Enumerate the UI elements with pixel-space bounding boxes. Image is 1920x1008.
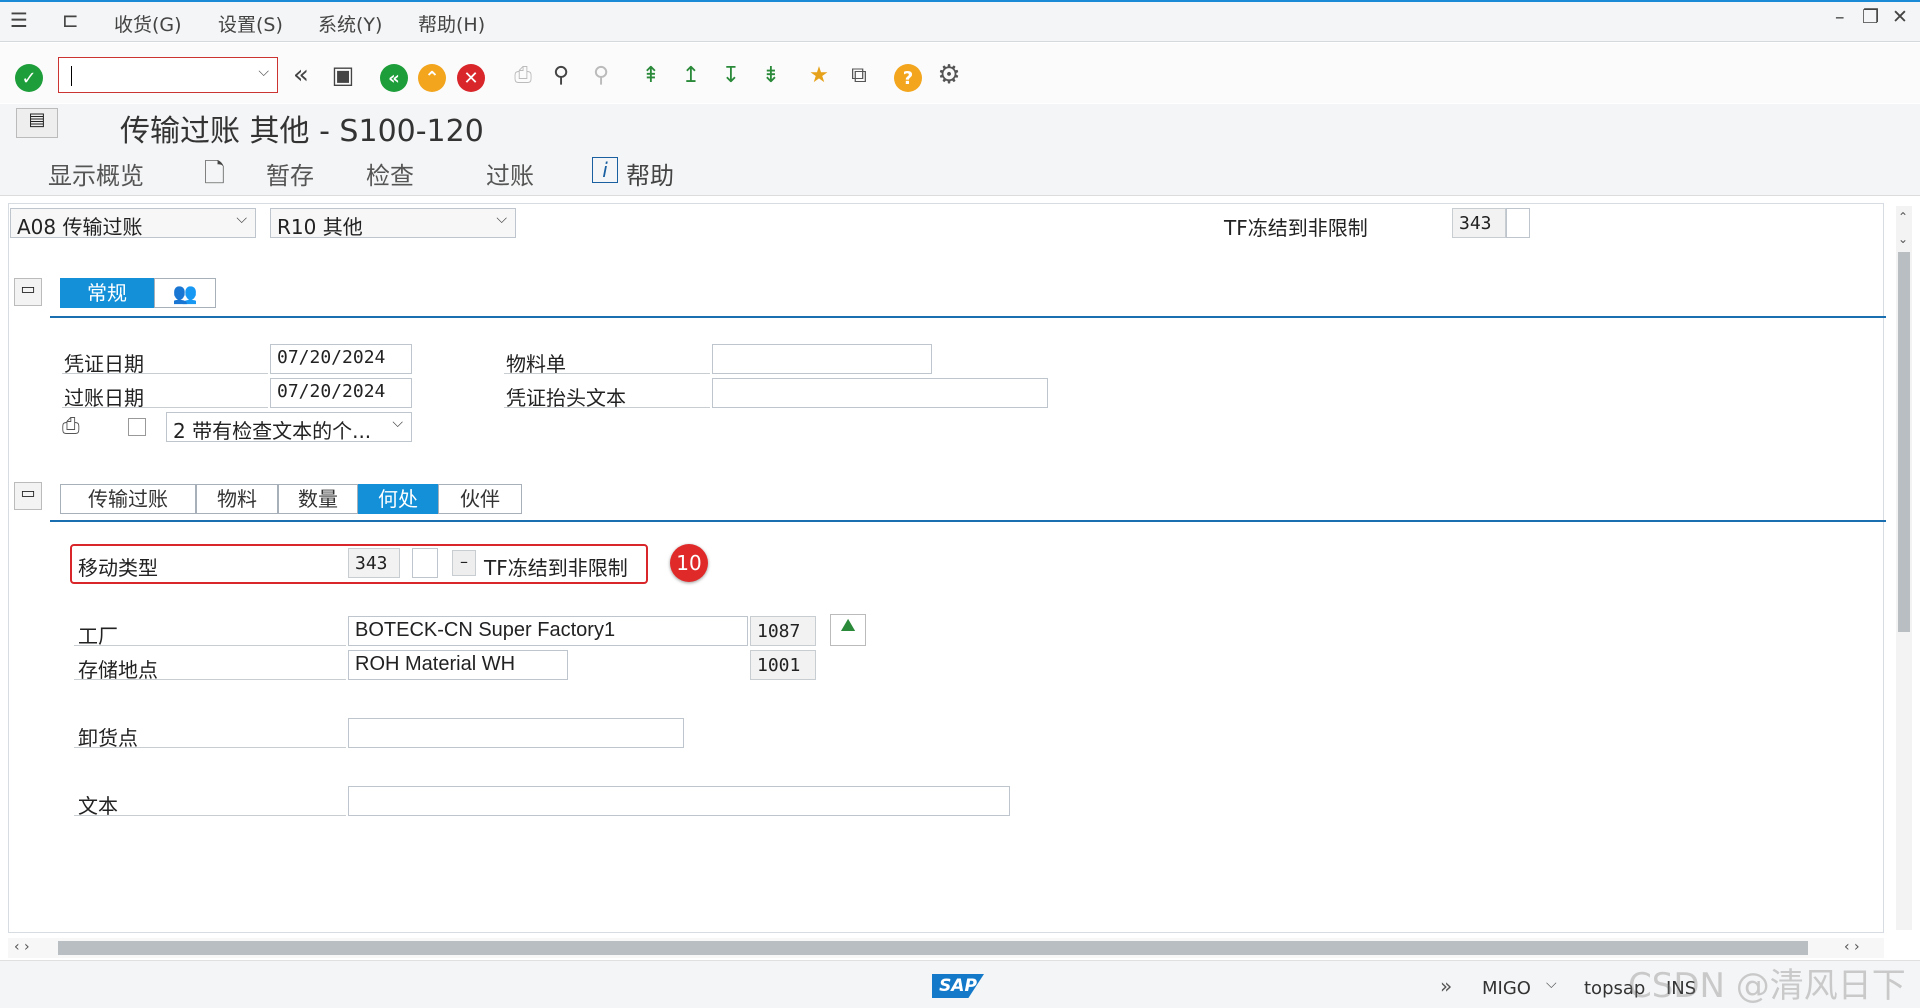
movement-type-indicator[interactable] <box>412 548 438 578</box>
command-field[interactable]: ⌵ <box>58 57 278 93</box>
sloc-code-value: 1001 <box>750 650 816 680</box>
tab-where[interactable]: 何处 <box>358 484 438 514</box>
menu-help[interactable]: 帮助(H) <box>418 10 485 37</box>
tab-quantity[interactable]: 数量 <box>278 484 358 514</box>
sloc-label: 存储地点 <box>78 658 158 682</box>
plant-name-field[interactable]: BOTECK-CN Super Factory1 <box>348 616 748 646</box>
tab-general[interactable]: 常规 <box>60 278 154 308</box>
tab-partner[interactable]: 伙伴 <box>438 484 522 514</box>
tab-people-icon[interactable]: 👥 <box>154 278 216 308</box>
shortcut-icon[interactable]: ⧉ <box>844 60 874 90</box>
check-button[interactable]: 检查 <box>366 156 414 191</box>
reference-select[interactable]: R10 其他 ⌵ <box>270 208 516 239</box>
new-document-icon[interactable]: 🗋 <box>204 155 225 199</box>
doc-date-field[interactable]: 07/20/2024 <box>270 344 412 374</box>
close-window-icon[interactable]: ✕ <box>1892 6 1908 28</box>
doc-date-label: 凭证日期 <box>64 352 144 376</box>
find-icon[interactable]: ⚲ <box>546 60 576 90</box>
expand-status-icon[interactable]: » <box>1440 974 1452 998</box>
next-page-icon[interactable]: ↧ <box>716 60 746 90</box>
sloc-name-field[interactable]: ROH Material WH <box>348 650 568 680</box>
printer-icon: ⎙ <box>62 414 80 439</box>
tab-transfer-posting[interactable]: 传输过账 <box>60 484 196 514</box>
plant-overview-icon[interactable]: ⛰ <box>830 614 866 646</box>
horizontal-scroll-thumb[interactable] <box>58 941 1808 955</box>
screen-toggle-icon[interactable]: ▤ <box>16 108 58 138</box>
step-badge: 10 <box>670 544 708 582</box>
movement-type-value: 343 <box>348 548 400 578</box>
settings-gear-icon[interactable]: ⚙ <box>934 60 964 90</box>
item-tab-collapse-icon[interactable]: ▭ <box>14 482 42 510</box>
previous-page-icon[interactable]: ↥ <box>676 60 706 90</box>
menu-bar: ☰ ⊏ 收货(G) 设置(S) 系统(Y) 帮助(H) – ❐ ✕ <box>0 0 1920 42</box>
chevron-down-icon[interactable]: ⌵ <box>258 64 269 80</box>
restore-icon[interactable]: ❐ <box>1862 6 1879 28</box>
scroll-up-icon[interactable]: ⌃ <box>1898 210 1908 224</box>
print-icon[interactable]: ⎙ <box>508 60 538 90</box>
item-text-field[interactable] <box>348 786 1010 816</box>
find-next-icon[interactable]: ⚲ <box>586 60 616 90</box>
chevron-down-icon: ⌵ <box>496 211 507 227</box>
overview-button[interactable]: 显示概览 <box>48 156 144 191</box>
text-label: 文本 <box>78 794 118 818</box>
tab-material[interactable]: 物料 <box>196 484 278 514</box>
item-tab-underline <box>50 520 1886 522</box>
plant-label: 工厂 <box>78 624 118 648</box>
help-icon[interactable]: ? <box>894 64 922 92</box>
material-slip-label: 物料单 <box>506 352 566 376</box>
enter-icon[interactable]: ✓ <box>15 64 43 92</box>
menu-goods-receipt[interactable]: 收货(G) <box>114 10 182 37</box>
header-movement-label: TF冻结到非限制 <box>1224 216 1368 240</box>
watermark: CSDN @清风日下 <box>1628 966 1906 1006</box>
last-page-icon[interactable]: ⇟ <box>756 60 786 90</box>
new-session-icon[interactable]: ★ <box>804 60 834 90</box>
scroll-down-icon[interactable]: ⌄ <box>1898 232 1908 246</box>
unloading-label: 卸货点 <box>78 726 138 750</box>
hold-button[interactable]: 暂存 <box>266 156 314 191</box>
action-select-value: A08 传输过账 <box>17 215 143 239</box>
movement-type-label: 移动类型 <box>78 556 158 580</box>
header-movement-value: 343 <box>1452 208 1506 238</box>
help-button[interactable]: 帮助 <box>626 156 674 191</box>
reference-select-value: R10 其他 <box>277 215 363 239</box>
print-option-value: 2 带有检查文本的个... <box>173 419 372 443</box>
chevron-down-icon: ⌵ <box>236 211 247 227</box>
tab-underline <box>50 316 1886 318</box>
scroll-left-icon[interactable]: ‹ › <box>14 939 30 955</box>
text-caret <box>71 66 72 86</box>
minimize-icon[interactable]: – <box>1835 6 1845 28</box>
header-movement-indicator[interactable] <box>1506 208 1530 238</box>
menu-icon[interactable]: ☰ <box>10 8 28 32</box>
exit-icon[interactable]: ⌃ <box>418 64 446 92</box>
tab-collapse-icon[interactable]: ▭ <box>14 278 42 306</box>
movement-type-description: TF冻结到非限制 <box>484 556 628 580</box>
chevron-down-icon[interactable]: ⌵ <box>1546 976 1557 992</box>
unloading-field[interactable] <box>348 718 684 748</box>
save-icon[interactable]: ▣ <box>328 60 358 90</box>
pin-icon[interactable]: ⊏ <box>62 8 79 32</box>
menu-settings[interactable]: 设置(S) <box>218 10 283 37</box>
back-double-icon[interactable]: « <box>286 60 316 90</box>
scroll-right-icon[interactable]: ‹ › <box>1844 939 1860 955</box>
post-date-field[interactable]: 07/20/2024 <box>270 378 412 408</box>
back-icon[interactable]: « <box>380 64 408 92</box>
vertical-scroll-thumb[interactable] <box>1898 252 1910 632</box>
header-text-label: 凭证抬头文本 <box>506 386 626 410</box>
print-checkbox[interactable] <box>128 418 146 436</box>
material-slip-field[interactable] <box>712 344 932 374</box>
status-tcode: MIGO <box>1482 978 1531 999</box>
plant-code-value: 1087 <box>750 616 816 646</box>
page-title: 传输过账 其他 - S100-120 <box>120 114 484 149</box>
print-option-select[interactable]: 2 带有检查文本的个... ⌵ <box>166 412 412 443</box>
post-date-label: 过账日期 <box>64 386 144 410</box>
first-page-icon[interactable]: ⇞ <box>636 60 666 90</box>
movement-minus-flag: – <box>452 550 476 576</box>
post-button[interactable]: 过账 <box>486 156 534 191</box>
info-icon: i <box>592 157 618 183</box>
header-text-field[interactable] <box>712 378 1048 408</box>
chevron-down-icon: ⌵ <box>392 415 403 431</box>
cancel-icon[interactable]: ✕ <box>457 64 485 92</box>
action-select[interactable]: A08 传输过账 ⌵ <box>10 208 256 239</box>
menu-system[interactable]: 系统(Y) <box>318 10 382 37</box>
